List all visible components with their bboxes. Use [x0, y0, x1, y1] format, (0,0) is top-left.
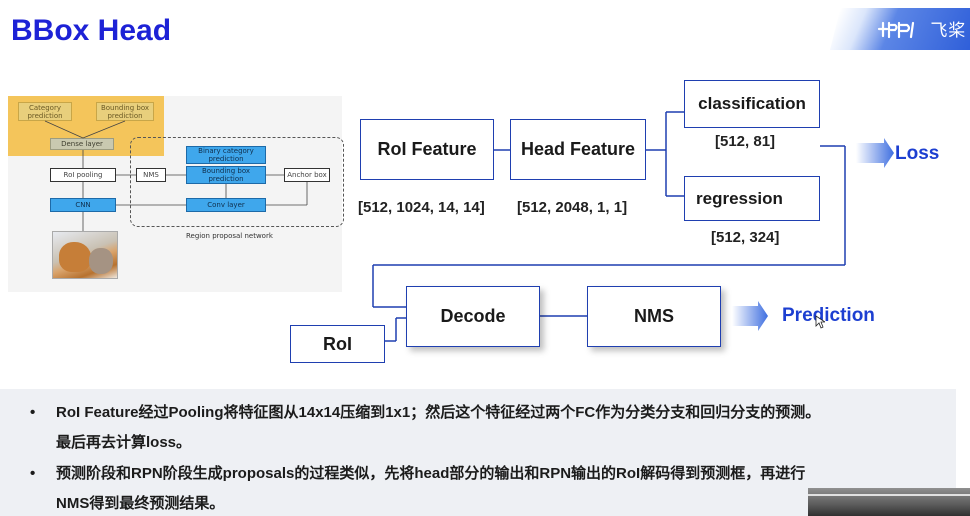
loss-arrow [856, 138, 894, 168]
classification-box: classification [684, 80, 820, 128]
note-1-line-2: 最后再去计算loss。 [56, 434, 192, 451]
regression-label: regression [696, 188, 783, 208]
note-2-line-2: NMS得到最终预测结果。 [56, 495, 225, 512]
regression-shape: [512, 324] [711, 229, 780, 246]
bullet-1-dot: • [30, 404, 36, 421]
roi-feature-box: RoI Feature [360, 119, 494, 180]
nms-box: NMS [587, 286, 721, 347]
video-overlay [808, 488, 970, 516]
nms-label: NMS [634, 306, 674, 326]
head-feature-shape: [512, 2048, 1, 1] [517, 199, 628, 216]
video-overlay-line [808, 494, 970, 496]
roi-feature-label: RoI Feature [377, 139, 477, 159]
regression-box: regression [684, 176, 820, 221]
mouse-cursor-icon [815, 315, 825, 329]
loss-label: Loss [895, 143, 940, 164]
note-1-line-1: RoI Feature经过Pooling将特征图从14x14压缩到1x1；然后这… [56, 404, 821, 421]
head-feature-label: Head Feature [520, 139, 636, 159]
roi-box: RoI [290, 325, 385, 363]
roi-label: RoI [323, 333, 352, 354]
note-2-line-1: 预测阶段和RPN阶段生成proposals的过程类似，先将head部分的输出和R… [56, 465, 806, 482]
decode-box: Decode [406, 286, 540, 347]
roi-feature-shape: [512, 1024, 14, 14] [358, 199, 485, 216]
head-feature-box: Head Feature [510, 119, 646, 180]
classification-shape: [512, 81] [715, 133, 776, 150]
prediction-arrow [732, 301, 768, 331]
prediction-label: Prediction [782, 305, 875, 326]
classification-label: classification [698, 94, 806, 113]
decode-label: Decode [440, 306, 506, 326]
bullet-2-dot: • [30, 465, 36, 482]
